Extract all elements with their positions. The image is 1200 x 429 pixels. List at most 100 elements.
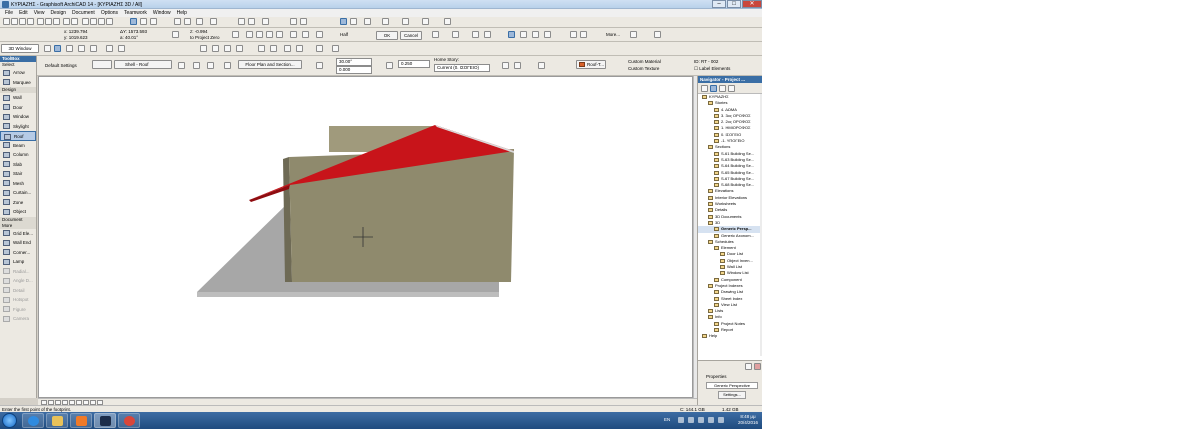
shell-roof-dropdown[interactable]: Shell - Roof — [114, 60, 172, 69]
menu-help[interactable]: Help — [174, 9, 190, 17]
line-type-icon[interactable] — [514, 62, 521, 69]
subtract-icon[interactable] — [452, 31, 459, 38]
roof-shape-icon[interactable] — [178, 62, 185, 69]
hidden-line-icon[interactable] — [236, 45, 243, 52]
align-icon[interactable] — [290, 18, 297, 25]
parallel-icon[interactable] — [532, 31, 539, 38]
language-indicator[interactable]: EN — [664, 417, 670, 422]
network-icon[interactable] — [708, 417, 714, 423]
rotated-rect-icon[interactable] — [276, 31, 283, 38]
clock[interactable]: 8:48 μμ 20/4/2016 — [738, 414, 758, 426]
ruler-icon[interactable] — [630, 31, 637, 38]
label-elements-toggle[interactable]: ☐ Label Elements — [694, 66, 730, 72]
mirror-icon[interactable] — [302, 31, 309, 38]
tool-corner[interactable]: Corner... — [0, 248, 36, 258]
window-list-icon[interactable] — [364, 18, 371, 25]
layout-book-icon[interactable] — [719, 85, 726, 92]
tool-angle-d[interactable]: Angle D... — [0, 276, 36, 286]
roof-level-icon[interactable] — [207, 62, 214, 69]
undo-icon[interactable] — [63, 18, 70, 25]
fit-icon[interactable] — [106, 45, 113, 52]
home-story-dropdown[interactable]: Current (0. ΙΣΟΓΕΙΟ) — [434, 64, 490, 72]
roof-material-dropdown[interactable]: Roof-T... — [576, 60, 606, 69]
walk-icon[interactable] — [444, 18, 451, 25]
tool-roof[interactable]: Roof — [0, 131, 36, 141]
tool-detail[interactable]: Detail — [0, 286, 36, 296]
3d-style-icon[interactable] — [332, 45, 339, 52]
guide-icon[interactable] — [140, 18, 147, 25]
ok-button[interactable]: OK — [376, 31, 398, 40]
publisher-icon[interactable] — [728, 85, 735, 92]
intersect-icon[interactable] — [472, 31, 479, 38]
settings-button[interactable]: Settings... — [718, 391, 746, 399]
navigator-scrollbar[interactable] — [760, 94, 762, 356]
tab-3d-window[interactable]: 3D Window — [1, 44, 39, 53]
arc-icon[interactable] — [256, 31, 263, 38]
offset-icon[interactable] — [290, 31, 297, 38]
polyline-icon[interactable] — [246, 31, 253, 38]
print-icon[interactable] — [27, 18, 34, 25]
sphere-icon[interactable] — [224, 62, 231, 69]
wireframe-icon[interactable] — [224, 45, 231, 52]
more-button[interactable]: More... — [606, 32, 620, 37]
tool-window[interactable]: Window — [0, 112, 36, 122]
tool-stair[interactable]: Stair — [0, 169, 36, 179]
pan-icon[interactable] — [90, 45, 97, 52]
3d-filter-icon[interactable] — [316, 45, 323, 52]
project-map-icon[interactable] — [701, 85, 708, 92]
tool-radial[interactable]: Radial... — [0, 267, 36, 277]
save-icon[interactable] — [19, 18, 26, 25]
drawing-tool-icon[interactable] — [232, 31, 239, 38]
tool-skylight[interactable]: Skylight — [0, 122, 36, 132]
tool-hotspot[interactable]: Hotspot — [0, 295, 36, 305]
delete-icon[interactable] — [754, 363, 761, 370]
zoom-in-icon[interactable] — [66, 45, 73, 52]
eyedropper-icon[interactable] — [106, 18, 113, 25]
folder-icon[interactable] — [745, 363, 752, 370]
measure-icon[interactable] — [654, 31, 661, 38]
redo-icon[interactable] — [71, 18, 78, 25]
orbit-icon[interactable] — [44, 45, 51, 52]
pencil-icon[interactable] — [90, 18, 97, 25]
show-reference-icon[interactable] — [210, 18, 217, 25]
cut-icon[interactable] — [37, 18, 44, 25]
maximize-button[interactable]: □ — [727, 0, 741, 8]
layer-icon[interactable] — [174, 18, 181, 25]
section-tool-icon[interactable] — [262, 18, 269, 25]
id-field[interactable]: ID: RT - 002 — [694, 59, 718, 64]
tool-door[interactable]: Door — [0, 103, 36, 113]
rectangle-icon[interactable] — [266, 31, 273, 38]
angle-field-1[interactable]: 30.00° — [336, 58, 372, 66]
snap-icon[interactable] — [130, 18, 137, 25]
midpoint-icon[interactable] — [580, 31, 587, 38]
tool-figure[interactable]: Figure — [0, 305, 36, 315]
tool-curtain[interactable]: Curtain... — [0, 188, 36, 198]
tool-slab[interactable]: Slab — [0, 160, 36, 170]
default-settings-label[interactable]: Default Settings — [45, 63, 77, 68]
pointer-icon[interactable] — [82, 18, 89, 25]
3d-viewport[interactable] — [38, 76, 693, 398]
story-up-icon[interactable] — [238, 18, 245, 25]
tool-arrow[interactable]: Arrow — [0, 68, 36, 78]
grid-icon[interactable] — [150, 18, 157, 25]
tool-marquee[interactable]: Marquee — [0, 78, 36, 88]
tool-lamp[interactable]: Lamp — [0, 257, 36, 267]
trace-icon[interactable] — [196, 18, 203, 25]
paste-icon[interactable] — [53, 18, 60, 25]
taskbar-ie[interactable] — [22, 413, 44, 428]
menu-design[interactable]: Design — [47, 9, 69, 17]
new-icon[interactable] — [3, 18, 10, 25]
tray-flag-icon[interactable] — [698, 417, 704, 423]
teamwork-icon[interactable] — [402, 18, 409, 25]
taskbar-explorer[interactable] — [46, 413, 68, 428]
menu-window[interactable]: Window — [150, 9, 174, 17]
menu-options[interactable]: Options — [98, 9, 121, 17]
pitch-icon[interactable] — [193, 62, 200, 69]
menu-file[interactable]: File — [2, 9, 16, 17]
cursor-snap-icon[interactable] — [508, 31, 515, 38]
magic-wand-icon[interactable] — [98, 18, 105, 25]
volume-icon[interactable] — [718, 417, 724, 423]
cancel-button[interactable]: Cancel — [400, 31, 422, 40]
distribute-icon[interactable] — [300, 18, 307, 25]
taskbar-media[interactable] — [70, 413, 92, 428]
